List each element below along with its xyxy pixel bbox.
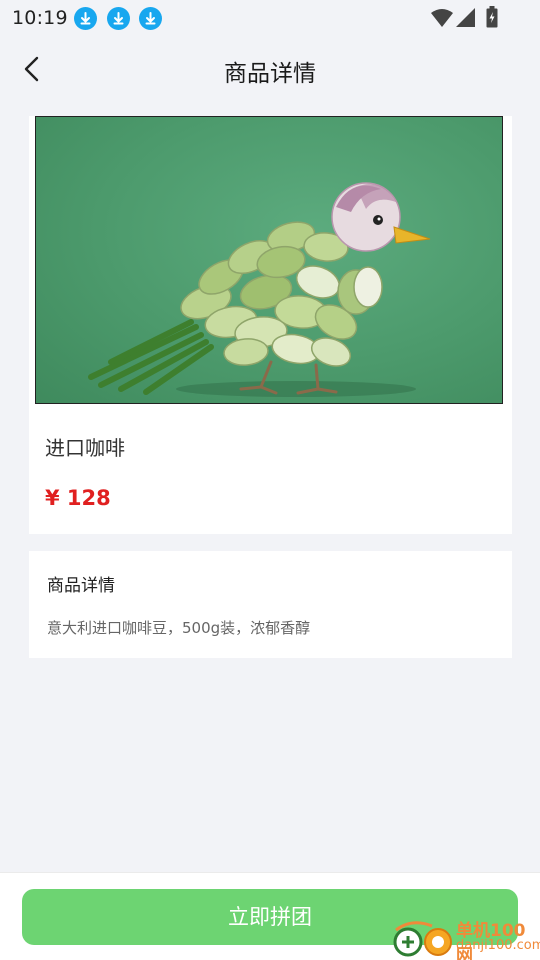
- signal-icon: [456, 8, 476, 32]
- download-icon: [107, 7, 130, 30]
- status-time: 10:19: [12, 7, 68, 29]
- product-name: 进口咖啡: [45, 436, 125, 460]
- wifi-icon: [431, 8, 453, 32]
- watermark: 单机100网 danji100.com: [392, 916, 540, 960]
- detail-description: 意大利进口咖啡豆，500g装，浓郁香醇: [47, 619, 311, 637]
- detail-section-title: 商品详情: [47, 576, 115, 596]
- watermark-logo-icon: [392, 921, 456, 960]
- status-bar: 10:19: [0, 0, 540, 38]
- battery-charging-icon: [486, 6, 498, 32]
- download-icon: [139, 7, 162, 30]
- download-icon: [74, 7, 97, 30]
- watermark-url: danji100.com: [456, 938, 540, 953]
- detail-card: 商品详情 意大利进口咖啡豆，500g装，浓郁香醇: [29, 551, 512, 658]
- product-card: 进口咖啡 ¥ 128: [29, 116, 512, 534]
- product-price: ¥ 128: [45, 486, 111, 510]
- bird-made-of-garlic-image: [88, 182, 431, 397]
- product-image[interactable]: [35, 116, 503, 404]
- page-title: 商品详情: [224, 61, 316, 87]
- nav-bar: 商品详情: [0, 38, 540, 101]
